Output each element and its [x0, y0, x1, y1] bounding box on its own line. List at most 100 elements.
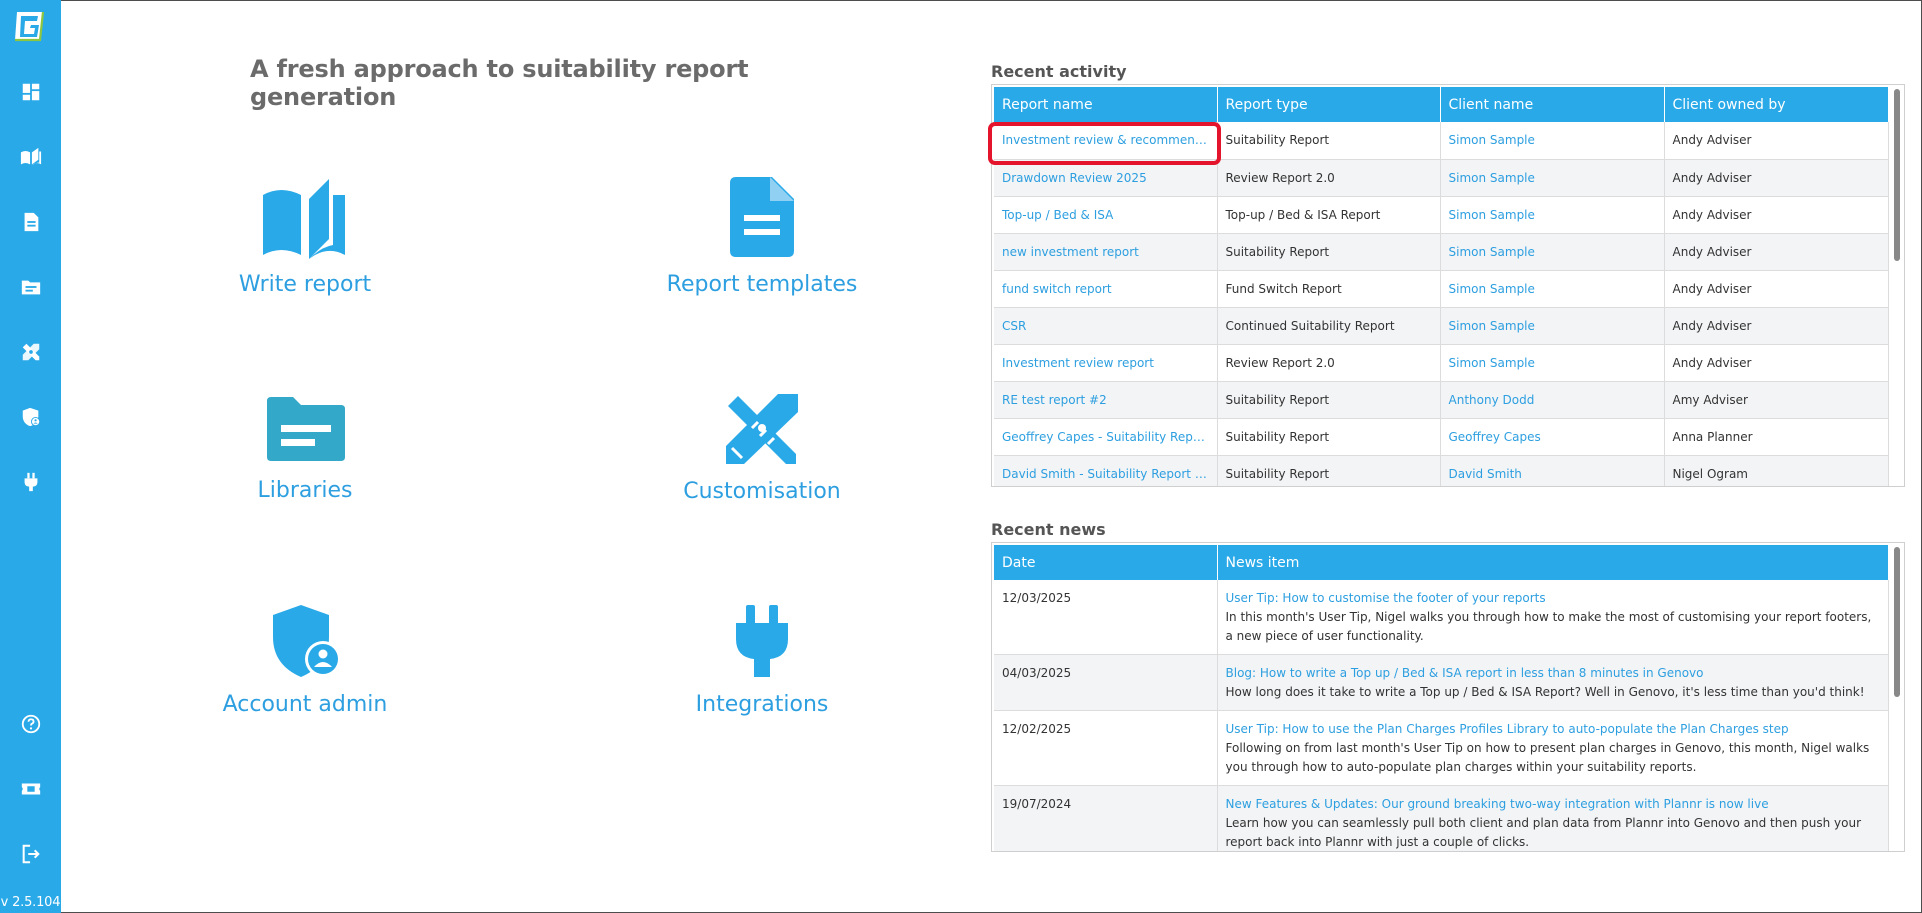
news-summary: Following on from last month's User Tip …: [1225, 741, 1870, 774]
client-owner-cell: Andy Adviser: [1664, 122, 1889, 160]
report-name-link[interactable]: David Smith - Suitability Report - 2025: [994, 455, 1218, 486]
client-name-link[interactable]: Simon Sample: [1440, 307, 1665, 345]
dashboard-icon[interactable]: [19, 80, 43, 104]
news-summary: In this month's User Tip, Nigel walks yo…: [1225, 610, 1872, 643]
tile-label: Account admin: [222, 692, 388, 717]
document-icon[interactable]: [19, 210, 43, 234]
tile-label: Integrations: [695, 692, 829, 717]
ticket-icon[interactable]: [19, 777, 43, 801]
report-name-link[interactable]: Drawdown Review 2025: [994, 159, 1218, 197]
table-row[interactable]: Geoffrey Capes - Suitability Report 2025…: [994, 418, 1889, 456]
page-tagline: A fresh approach to suitability report g…: [250, 55, 749, 111]
table-row[interactable]: Top-up / Bed & ISA Top-up / Bed & ISA Re…: [994, 196, 1889, 234]
client-name-link[interactable]: Simon Sample: [1440, 159, 1665, 197]
table-row[interactable]: RE test report #2 Suitability Report Ant…: [994, 381, 1889, 419]
recent-news-title: Recent news: [991, 520, 1106, 539]
news-title-link[interactable]: User Tip: How to customise the footer of…: [1226, 589, 1880, 608]
news-date: 12/02/2025: [994, 710, 1218, 786]
table-row[interactable]: Investment review report Review Report 2…: [994, 344, 1889, 382]
news-scrollbar-thumb[interactable]: [1894, 547, 1900, 697]
table-header-row: Date News item: [994, 545, 1889, 580]
client-owner-cell: Andy Adviser: [1664, 233, 1889, 271]
report-type-cell: Suitability Report: [1217, 122, 1441, 160]
tile-report-templates[interactable]: Report templates: [652, 175, 872, 297]
news-row: 19/07/2024 New Features & Updates: Our g…: [994, 785, 1889, 851]
column-header-report-type[interactable]: Report type: [1217, 87, 1441, 122]
shield-user-icon: [195, 603, 415, 684]
recent-activity-title: Recent activity: [991, 62, 1127, 81]
table-row[interactable]: new investment report Suitability Report…: [994, 233, 1889, 271]
news-title-link[interactable]: Blog: How to write a Top up / Bed & ISA …: [1226, 664, 1880, 683]
client-owner-cell: Nigel Ogram: [1664, 455, 1889, 486]
client-name-link[interactable]: Geoffrey Capes: [1440, 418, 1665, 456]
sidebar: v 2.5.104: [0, 0, 61, 913]
client-owner-cell: Andy Adviser: [1664, 270, 1889, 308]
tile-label: Report templates: [666, 272, 858, 297]
report-name-link[interactable]: Geoffrey Capes - Suitability Report 2025: [994, 418, 1218, 456]
news-title-link[interactable]: User Tip: How to use the Plan Charges Pr…: [1226, 720, 1880, 739]
report-name-link[interactable]: CSR: [994, 307, 1218, 345]
column-header-date[interactable]: Date: [994, 545, 1218, 580]
news-item: User Tip: How to use the Plan Charges Pr…: [1217, 710, 1889, 786]
shield-user-icon[interactable]: [19, 405, 43, 429]
report-name-link[interactable]: fund switch report: [994, 270, 1218, 308]
client-name-link[interactable]: Simon Sample: [1440, 122, 1665, 160]
logout-icon[interactable]: [19, 842, 43, 866]
activity-scrollbar[interactable]: [1892, 87, 1902, 484]
column-header-client-name[interactable]: Client name: [1440, 87, 1665, 122]
news-date: 12/03/2025: [994, 580, 1218, 655]
client-name-link[interactable]: Simon Sample: [1440, 233, 1665, 271]
report-name-link[interactable]: Top-up / Bed & ISA: [994, 196, 1218, 234]
client-name-link[interactable]: Anthony Dodd: [1440, 381, 1665, 419]
news-scrollbar[interactable]: [1892, 545, 1902, 849]
report-type-cell: Continued Suitability Report: [1217, 307, 1441, 345]
news-summary: How long does it take to write a Top up …: [1225, 685, 1865, 699]
tools-icon: [652, 390, 872, 471]
client-name-link[interactable]: Simon Sample: [1440, 270, 1665, 308]
client-name-link[interactable]: Simon Sample: [1440, 344, 1665, 382]
table-row[interactable]: Drawdown Review 2025 Review Report 2.0 S…: [994, 159, 1889, 197]
report-name-link[interactable]: RE test report #2: [994, 381, 1218, 419]
client-name-link[interactable]: David Smith: [1440, 455, 1665, 486]
table-header-row: Report name Report type Client name Clie…: [994, 87, 1889, 122]
tile-integrations[interactable]: Integrations: [652, 603, 872, 717]
client-name-link[interactable]: Simon Sample: [1440, 196, 1665, 234]
column-header-news-item[interactable]: News item: [1217, 545, 1889, 580]
report-type-cell: Review Report 2.0: [1217, 344, 1441, 382]
plug-icon[interactable]: [19, 470, 43, 494]
news-item: New Features & Updates: Our ground break…: [1217, 785, 1889, 851]
activity-scrollbar-thumb[interactable]: [1894, 89, 1900, 261]
report-name-link[interactable]: Investment review report: [994, 344, 1218, 382]
help-icon[interactable]: [19, 712, 43, 736]
table-row[interactable]: fund switch report Fund Switch Report Si…: [994, 270, 1889, 308]
news-date: 19/07/2024: [994, 785, 1218, 851]
client-owner-cell: Andy Adviser: [1664, 344, 1889, 382]
open-book-icon[interactable]: [19, 145, 43, 169]
client-owner-cell: Amy Adviser: [1664, 381, 1889, 419]
news-summary: Learn how you can seamlessly pull both c…: [1225, 816, 1862, 849]
column-header-client-owned-by[interactable]: Client owned by: [1664, 87, 1889, 122]
report-type-cell: Suitability Report: [1217, 381, 1441, 419]
folder-icon[interactable]: [19, 275, 43, 299]
table-row[interactable]: David Smith - Suitability Report - 2025 …: [994, 455, 1889, 486]
news-title-link[interactable]: New Features & Updates: Our ground break…: [1226, 795, 1880, 814]
table-row[interactable]: Investment review & recommendations Suit…: [994, 122, 1889, 160]
report-type-cell: Top-up / Bed & ISA Report: [1217, 196, 1441, 234]
report-name-link[interactable]: new investment report: [994, 233, 1218, 271]
tile-customisation[interactable]: Customisation: [652, 390, 872, 504]
report-type-cell: Suitability Report: [1217, 455, 1441, 486]
recent-news-panel: Date News item 12/03/2025 User Tip: How …: [991, 542, 1905, 852]
tile-account-admin[interactable]: Account admin: [195, 603, 415, 717]
report-name-link[interactable]: Investment review & recommendations: [994, 122, 1218, 160]
tile-libraries[interactable]: Libraries: [195, 395, 415, 503]
table-row[interactable]: CSR Continued Suitability Report Simon S…: [994, 307, 1889, 345]
tile-label: Customisation: [683, 479, 841, 504]
genovo-logo[interactable]: [12, 9, 46, 43]
report-type-cell: Suitability Report: [1217, 418, 1441, 456]
report-type-cell: Suitability Report: [1217, 233, 1441, 271]
tile-write-report[interactable]: Write report: [195, 175, 415, 297]
tools-icon[interactable]: [19, 340, 43, 364]
column-header-report-name[interactable]: Report name: [994, 87, 1218, 122]
folder-icon: [195, 395, 415, 470]
open-book-icon: [195, 175, 415, 264]
